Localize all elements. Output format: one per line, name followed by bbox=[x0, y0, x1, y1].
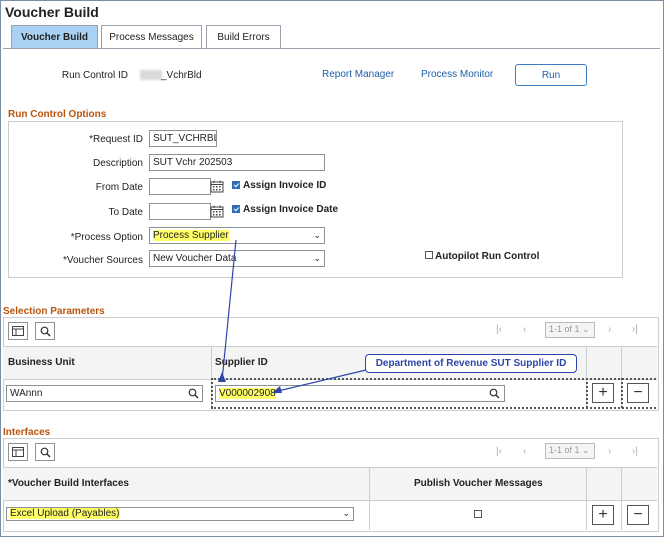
grid-personalize-button[interactable] bbox=[8, 443, 28, 461]
column-divider bbox=[621, 467, 622, 530]
first-page-icon[interactable]: |‹ bbox=[496, 446, 502, 457]
interface-select[interactable]: Excel Upload (Payables) ⌄ bbox=[6, 507, 354, 521]
add-row-button[interactable]: + bbox=[592, 505, 614, 525]
next-page-icon[interactable]: › bbox=[608, 446, 611, 457]
delete-row-button[interactable]: − bbox=[627, 505, 649, 525]
interface-value: Excel Upload (Payables) bbox=[10, 508, 120, 519]
interfaces-title: Interfaces bbox=[3, 427, 51, 438]
col-publish-voucher-messages: Publish Voucher Messages bbox=[414, 478, 543, 489]
grid-settings-icon bbox=[12, 447, 24, 457]
pager-text: 1-1 of 1 bbox=[549, 445, 580, 455]
col-voucher-build-interfaces: *Voucher Build Interfaces bbox=[8, 478, 129, 489]
grid-search-button[interactable] bbox=[35, 443, 55, 461]
column-divider bbox=[369, 467, 370, 530]
pager-select[interactable]: 1-1 of 1 ⌄ bbox=[545, 443, 595, 459]
column-divider bbox=[586, 467, 587, 530]
chevron-down-icon: ⌄ bbox=[342, 508, 350, 518]
search-icon bbox=[40, 447, 50, 457]
last-page-icon[interactable]: ›| bbox=[632, 446, 638, 457]
prev-page-icon[interactable]: ‹ bbox=[523, 446, 526, 457]
publish-voucher-messages-checkbox[interactable] bbox=[474, 510, 482, 518]
